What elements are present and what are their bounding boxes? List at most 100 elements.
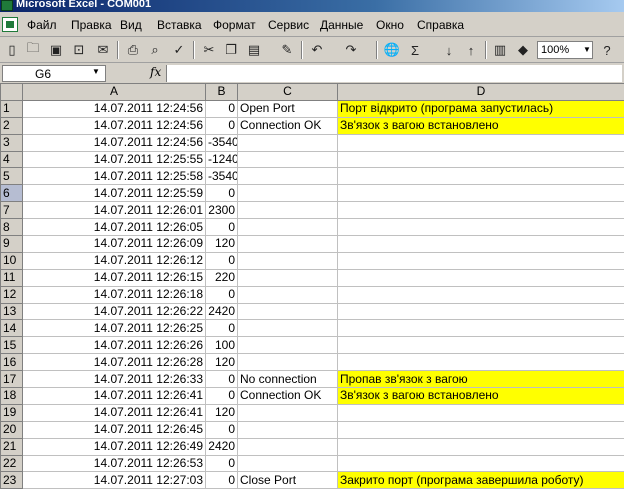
column-header-b[interactable]: B <box>205 83 238 101</box>
row-header[interactable]: 15 <box>0 336 23 355</box>
cell-event[interactable] <box>237 403 338 422</box>
sort-ascending-icon[interactable]: ↓ <box>440 41 458 59</box>
cell-event[interactable] <box>237 437 338 456</box>
cell-description[interactable]: Зв'язок з вагою встановлено <box>337 387 624 405</box>
cell-event[interactable] <box>237 353 338 372</box>
cell-description[interactable] <box>337 184 624 203</box>
drawing-icon[interactable]: ◆ <box>514 41 532 59</box>
row-header[interactable]: 22 <box>0 454 23 473</box>
cell-weight[interactable]: 0 <box>205 184 238 203</box>
cell-weight[interactable]: 2300 <box>205 201 238 220</box>
cell-weight[interactable]: 2420 <box>205 437 238 456</box>
cell-description[interactable] <box>337 403 624 422</box>
menu-data[interactable]: Данные <box>320 18 363 32</box>
cell-weight[interactable]: 0 <box>205 116 238 135</box>
cell-weight[interactable]: 0 <box>205 370 238 389</box>
cell-weight[interactable]: -1240 <box>205 150 238 169</box>
cell-event[interactable] <box>237 285 338 304</box>
cell-timestamp[interactable]: 14.07.2011 12:26:53 <box>22 454 206 473</box>
cell-description[interactable] <box>337 218 624 237</box>
cell-description[interactable] <box>337 353 624 372</box>
row-header[interactable]: 19 <box>0 403 23 422</box>
cell-weight[interactable]: -3540 <box>205 133 238 152</box>
copy-icon[interactable]: ❐ <box>222 41 240 59</box>
cell-event[interactable] <box>237 167 338 186</box>
cell-event[interactable] <box>237 235 338 253</box>
cell-event[interactable] <box>237 218 338 237</box>
menu-tools[interactable]: Сервис <box>268 18 309 32</box>
cell-weight[interactable]: 0 <box>205 471 238 490</box>
hyperlink-icon[interactable]: 🌐 <box>383 41 401 59</box>
row-header[interactable]: 6 <box>0 184 23 203</box>
column-header-c[interactable]: C <box>237 83 338 101</box>
cell-description[interactable] <box>337 336 624 355</box>
row-header[interactable]: 9 <box>0 235 23 253</box>
cell-event[interactable]: No connection <box>237 370 338 389</box>
cell-weight[interactable]: 0 <box>205 319 238 338</box>
workbook-icon[interactable] <box>2 17 18 32</box>
cell-event[interactable] <box>237 184 338 203</box>
cell-timestamp[interactable]: 14.07.2011 12:26:05 <box>22 218 206 237</box>
cell-timestamp[interactable]: 14.07.2011 12:26:41 <box>22 387 206 405</box>
format-painter-icon[interactable]: ✎ <box>278 41 296 59</box>
cell-description[interactable] <box>337 437 624 456</box>
row-header[interactable]: 23 <box>0 471 23 490</box>
cell-timestamp[interactable]: 14.07.2011 12:26:22 <box>22 302 206 321</box>
cell-weight[interactable]: 0 <box>205 251 238 270</box>
cell-weight[interactable]: 220 <box>205 268 238 287</box>
cell-event[interactable] <box>237 133 338 152</box>
cell-weight[interactable]: 0 <box>205 420 238 439</box>
row-header[interactable]: 12 <box>0 285 23 304</box>
cell-timestamp[interactable]: 14.07.2011 12:26:33 <box>22 370 206 389</box>
row-header[interactable]: 14 <box>0 319 23 338</box>
redo-icon[interactable]: ↷ <box>342 41 360 59</box>
cell-description[interactable] <box>337 420 624 439</box>
cell-weight[interactable]: 2420 <box>205 302 238 321</box>
row-header[interactable]: 1 <box>0 99 23 118</box>
cell-timestamp[interactable]: 14.07.2011 12:26:01 <box>22 201 206 220</box>
row-header[interactable]: 3 <box>0 133 23 152</box>
cell-weight[interactable]: 0 <box>205 99 238 118</box>
menu-view[interactable]: Вид <box>120 18 142 32</box>
cell-timestamp[interactable]: 14.07.2011 12:25:55 <box>22 150 206 169</box>
cell-timestamp[interactable]: 14.07.2011 12:26:41 <box>22 403 206 422</box>
cell-timestamp[interactable]: 14.07.2011 12:25:58 <box>22 167 206 186</box>
chevron-down-icon[interactable]: ▼ <box>582 42 592 58</box>
cell-timestamp[interactable]: 14.07.2011 12:26:49 <box>22 437 206 456</box>
cell-weight[interactable]: 120 <box>205 353 238 372</box>
email-icon[interactable]: ✉ <box>94 41 112 59</box>
select-all-corner[interactable] <box>0 83 23 101</box>
permission-icon[interactable]: ⊡ <box>70 41 88 59</box>
menu-help[interactable]: Справка <box>417 18 464 32</box>
cell-description[interactable] <box>337 201 624 220</box>
spelling-icon[interactable]: ✓ <box>170 41 188 59</box>
menu-file[interactable]: Файл <box>27 18 57 32</box>
chevron-down-icon[interactable]: ▼ <box>92 67 100 76</box>
cell-weight[interactable]: 0 <box>205 454 238 473</box>
sort-descending-icon[interactable]: ↑ <box>462 41 480 59</box>
cell-weight[interactable]: 120 <box>205 403 238 422</box>
cell-description[interactable] <box>337 268 624 287</box>
cell-description[interactable] <box>337 235 624 253</box>
cell-event[interactable] <box>237 201 338 220</box>
new-icon[interactable]: ▯ <box>3 41 21 59</box>
row-header[interactable]: 7 <box>0 201 23 220</box>
chart-wizard-icon[interactable]: ▥ <box>491 41 509 59</box>
print-preview-icon[interactable]: ⌕ <box>146 41 164 59</box>
cell-description[interactable]: Порт відкрито (програма запустилась) <box>337 99 624 118</box>
cell-timestamp[interactable]: 14.07.2011 12:24:56 <box>22 133 206 152</box>
cell-event[interactable]: Open Port <box>237 99 338 118</box>
paste-icon[interactable]: ▤ <box>245 41 263 59</box>
cell-timestamp[interactable]: 14.07.2011 12:26:26 <box>22 336 206 355</box>
cell-description[interactable] <box>337 319 624 338</box>
cell-description[interactable]: Закрито порт (програма завершила роботу) <box>337 471 624 490</box>
cell-description[interactable] <box>337 251 624 270</box>
cell-weight[interactable]: 0 <box>205 387 238 405</box>
menu-insert[interactable]: Вставка <box>157 18 202 32</box>
cell-timestamp[interactable]: 14.07.2011 12:26:18 <box>22 285 206 304</box>
row-header[interactable]: 10 <box>0 251 23 270</box>
cut-icon[interactable]: ✂ <box>200 41 218 59</box>
cell-timestamp[interactable]: 14.07.2011 12:26:28 <box>22 353 206 372</box>
cell-timestamp[interactable]: 14.07.2011 12:24:56 <box>22 99 206 118</box>
cell-event[interactable] <box>237 420 338 439</box>
